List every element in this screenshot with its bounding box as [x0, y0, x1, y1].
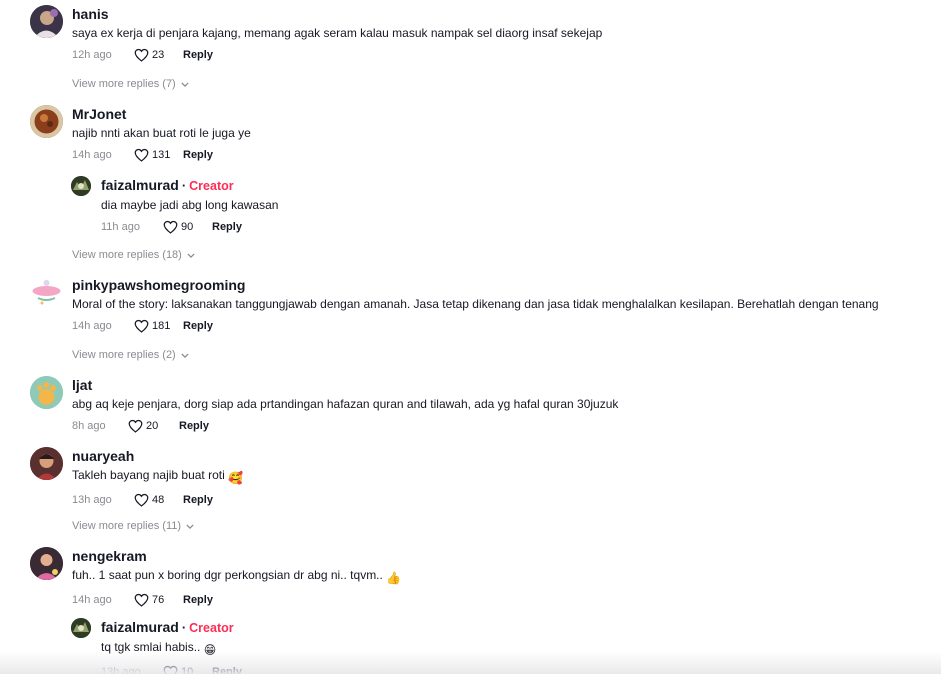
comment-time: 14h ago — [72, 320, 112, 332]
creator-badge: Creator — [189, 621, 234, 635]
reply-text: tq tgk smlai habis.. — [101, 640, 201, 654]
like-button[interactable]: 90 — [163, 220, 212, 234]
reply-username[interactable]: faizalmurad — [101, 177, 179, 193]
avatar[interactable] — [30, 276, 63, 309]
comment-username[interactable]: nengekram — [72, 547, 931, 565]
chevron-down-icon — [181, 81, 189, 87]
separator-dot: · — [181, 178, 187, 193]
reply-username[interactable]: faizalmurad — [101, 619, 179, 635]
heart-icon — [134, 148, 149, 162]
separator-dot: · — [181, 620, 187, 635]
comment-time: 13h ago — [72, 494, 112, 506]
comment-text: saya ex kerja di penjara kajang, memang … — [72, 26, 603, 40]
view-more-label: View more replies (7) — [72, 78, 176, 90]
reply-button[interactable]: Reply — [212, 221, 242, 233]
comment-text: abg aq keje penjara, dorg siap ada prtan… — [72, 397, 619, 411]
reply-button[interactable]: Reply — [183, 320, 213, 332]
avatar[interactable] — [30, 105, 63, 138]
reply-button[interactable]: Reply — [183, 494, 213, 506]
view-more-replies[interactable]: View more replies (11) — [72, 520, 194, 532]
comment-username[interactable]: pinkypawshomegrooming — [72, 276, 931, 294]
comment-text: Moral of the story: laksanakan tanggungj… — [72, 297, 879, 311]
like-button[interactable]: 10 — [163, 665, 212, 674]
comment-text: najib nnti akan buat roti le juga ye — [72, 126, 251, 140]
reply-button[interactable]: Reply — [183, 594, 213, 606]
like-button[interactable]: 76 — [134, 593, 183, 607]
view-more-label: View more replies (2) — [72, 349, 176, 361]
avatar[interactable] — [30, 447, 63, 480]
chevron-down-icon — [186, 523, 194, 529]
like-button[interactable]: 131 — [134, 148, 183, 162]
comment-text-row: fuh.. 1 saat pun x boring dgr perkongsia… — [72, 567, 931, 586]
chevron-down-icon — [187, 252, 195, 258]
heart-icon — [163, 220, 178, 234]
like-count: 48 — [152, 494, 165, 506]
view-more-replies[interactable]: View more replies (2) — [72, 349, 189, 361]
heart-icon — [134, 48, 149, 62]
like-button[interactable]: 48 — [134, 493, 183, 507]
view-more-replies[interactable]: View more replies (18) — [72, 249, 195, 261]
avatar[interactable] — [71, 618, 91, 638]
reply-text: dia maybe jadi abg long kawasan — [101, 198, 279, 212]
grinning-face-emoji: 😁 — [203, 643, 217, 657]
heart-icon — [134, 593, 149, 607]
reply-time: 13h ago — [101, 666, 141, 674]
reply-time: 11h ago — [101, 221, 140, 233]
comment-time: 14h ago — [72, 594, 112, 606]
creator-badge: Creator — [189, 179, 234, 193]
avatar[interactable] — [30, 376, 63, 409]
view-more-replies[interactable]: View more replies (7) — [72, 78, 189, 90]
like-count: 76 — [152, 594, 165, 606]
heart-icon — [134, 319, 149, 333]
like-count: 131 — [152, 149, 171, 161]
like-button[interactable]: 181 — [134, 319, 183, 333]
avatar[interactable] — [30, 547, 63, 580]
smiling-face-hearts-emoji: 🥰 — [228, 471, 244, 485]
reply-button[interactable]: Reply — [179, 420, 209, 432]
comment-text: Takleh bayang najib buat roti — [72, 468, 225, 482]
reply-button[interactable]: Reply — [212, 666, 242, 674]
like-count: 20 — [146, 420, 159, 432]
chevron-down-icon — [181, 352, 189, 358]
view-more-label: View more replies (18) — [72, 249, 182, 261]
comment-time: 14h ago — [72, 149, 112, 161]
comment-time: 12h ago — [72, 49, 112, 61]
like-count: 23 — [152, 49, 165, 61]
like-count: 90 — [181, 221, 194, 233]
heart-icon — [128, 419, 143, 433]
comment-text: fuh.. 1 saat pun x boring dgr perkongsia… — [72, 568, 383, 582]
comment-username[interactable]: nuaryeah — [72, 447, 931, 465]
view-more-label: View more replies (11) — [72, 520, 182, 532]
like-count: 181 — [152, 320, 171, 332]
reply-button[interactable]: Reply — [183, 49, 213, 61]
heart-icon — [163, 665, 178, 674]
thumbs-up-emoji: 👍 — [386, 571, 402, 585]
reply-button[interactable]: Reply — [183, 149, 213, 161]
comment-time: 8h ago — [72, 420, 106, 432]
comment-text-row: Takleh bayang najib buat roti 🥰 — [72, 467, 931, 486]
comment-username[interactable]: MrJonet — [72, 105, 931, 123]
like-button[interactable]: 20 — [128, 419, 179, 433]
reply-text-row: tq tgk smlai habis.. 😁 — [101, 639, 931, 658]
avatar[interactable] — [71, 176, 91, 196]
heart-icon — [134, 493, 149, 507]
comment-username[interactable]: hanis — [72, 5, 931, 23]
comment-username[interactable]: ljat — [72, 376, 931, 394]
like-count: 10 — [181, 666, 194, 674]
like-button[interactable]: 23 — [134, 48, 183, 62]
avatar[interactable] — [30, 5, 63, 38]
